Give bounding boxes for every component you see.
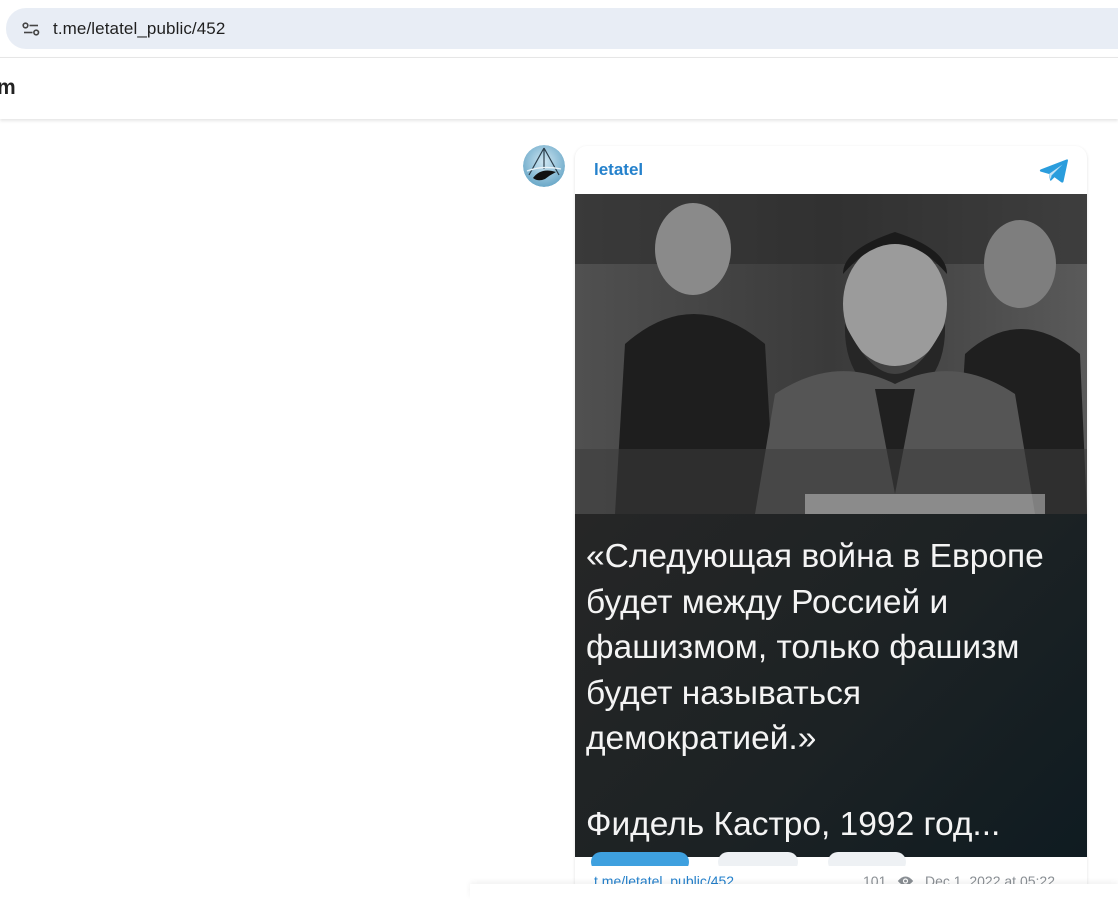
url-text[interactable]: t.me/letatel_public/452 [53, 19, 225, 39]
address-bar[interactable]: t.me/letatel_public/452 [6, 8, 1118, 49]
post-card: letatel «Следующая война в Европе будет … [575, 146, 1087, 899]
quote-text: «Следующая война в Европе будет между Ро… [586, 538, 1044, 758]
brand-name[interactable]: m [0, 76, 16, 100]
telegram-logo-icon[interactable] [1039, 158, 1069, 184]
bottom-overlay [470, 884, 1118, 899]
browser-toolbar: t.me/letatel_public/452 [0, 0, 1118, 57]
channel-avatar[interactable] [523, 145, 565, 187]
channel-name-link[interactable]: letatel [594, 160, 643, 180]
page-header: m [0, 57, 1118, 119]
quote-author: Фидель Кастро, 1992 год... [586, 806, 1001, 843]
site-info-icon[interactable] [16, 14, 46, 44]
post-header: letatel [575, 146, 1087, 194]
quote-overlay: «Следующая война в Европе будет между Ро… [575, 514, 1087, 857]
post-photo[interactable]: «Следующая война в Европе будет между Ро… [575, 194, 1087, 857]
photo-illustration [575, 194, 1087, 514]
